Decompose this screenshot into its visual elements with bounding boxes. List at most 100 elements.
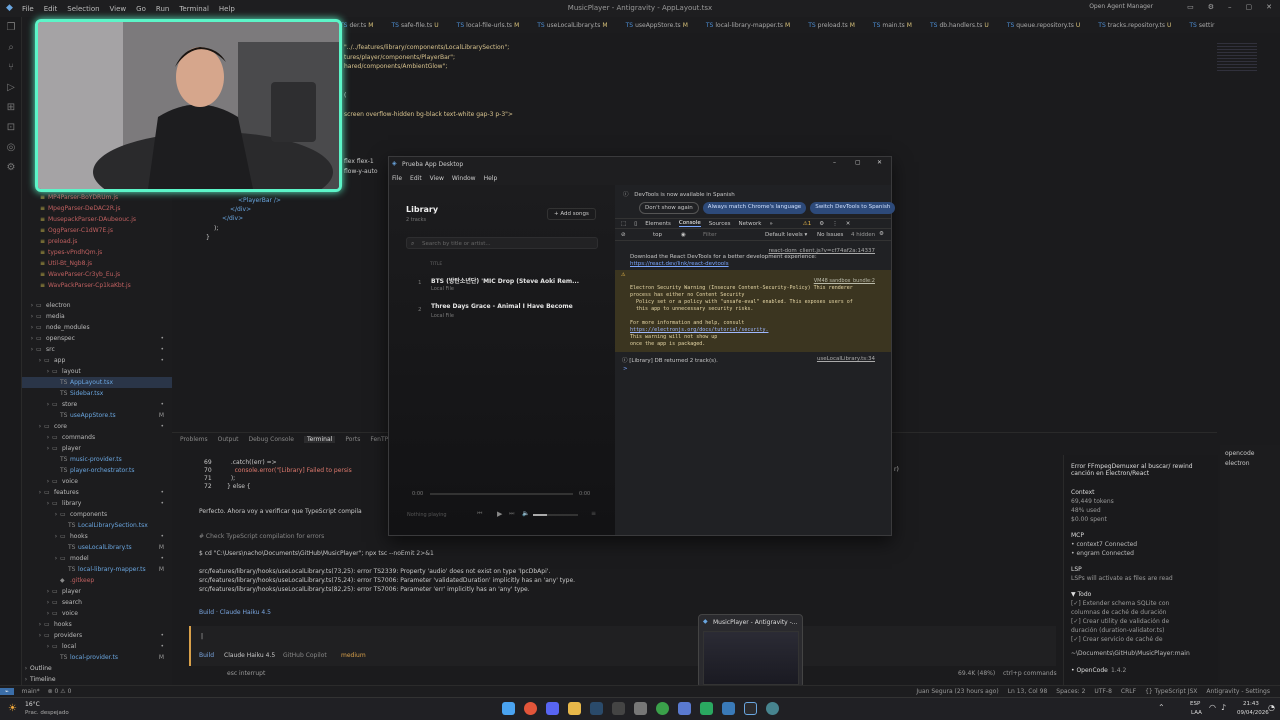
close-icon[interactable]: ✕ bbox=[1266, 3, 1272, 11]
remote-icon[interactable]: ⌁ bbox=[0, 688, 14, 695]
folder-item[interactable]: › ▭ commands bbox=[22, 432, 172, 443]
folder-item[interactable]: › ▭ player bbox=[22, 443, 172, 454]
app-menu-help[interactable]: Help bbox=[484, 175, 498, 182]
settings-icon[interactable]: ⚙ bbox=[1208, 3, 1214, 11]
file-item[interactable]: ≡ Util-Bt_Ngb8.js bbox=[22, 258, 172, 269]
folder-item[interactable]: › ▭ voice bbox=[22, 608, 172, 619]
track-row[interactable]: 1 BTS (방탄소년단) 'MIC Drop (Steve Aoki Rem..… bbox=[406, 273, 598, 295]
chat-input[interactable]: | Build Claude Haiku 4.5 GitHub Copilot … bbox=[189, 626, 1056, 666]
console-settings-icon[interactable]: ⚙ bbox=[879, 231, 884, 237]
model-label[interactable]: Claude Haiku 4.5 bbox=[224, 652, 275, 659]
library-search-input[interactable]: ⌕ Search by title or artist... bbox=[406, 237, 598, 249]
previous-icon[interactable]: ⏮ bbox=[477, 510, 482, 518]
file-item[interactable]: ≡ WaveParser-Cr3yb_Eu.js bbox=[22, 269, 172, 280]
app-menu-window[interactable]: Window bbox=[452, 175, 476, 182]
devtools-more-icon[interactable]: ⋮ bbox=[832, 221, 838, 227]
clock-date[interactable]: 09/04/2026 bbox=[1237, 710, 1269, 716]
queue-icon[interactable]: ≡ bbox=[591, 510, 596, 517]
volume-slider[interactable] bbox=[533, 514, 578, 516]
electron-icon[interactable] bbox=[766, 702, 779, 715]
editor-tab[interactable]: TS useLocalLibrary.ts M bbox=[537, 22, 607, 29]
maximize-icon[interactable]: ▢ bbox=[1246, 3, 1253, 11]
panel-tab[interactable]: Output bbox=[218, 436, 239, 443]
app-menu-view[interactable]: View bbox=[430, 175, 444, 182]
minimap[interactable] bbox=[1217, 43, 1257, 73]
menu-help[interactable]: Help bbox=[219, 5, 235, 13]
console-prompt[interactable]: > bbox=[615, 366, 891, 372]
volume-icon[interactable]: 🔈 bbox=[522, 510, 529, 517]
status-item[interactable]: {} TypeScript JSX bbox=[1145, 688, 1197, 695]
todo-heading[interactable]: ▼ Todo bbox=[1071, 591, 1091, 598]
editor-tab[interactable]: TS queue.repository.ts U bbox=[1007, 22, 1080, 29]
file-item[interactable]: ≡ MpegParser-DeDAC2R.js bbox=[22, 203, 172, 214]
file-item[interactable]: TS player-orchestrator.ts bbox=[22, 465, 172, 476]
weather-icon[interactable]: ☀ bbox=[8, 703, 17, 714]
file-item[interactable]: TS useLocalLibrary.ts M bbox=[22, 542, 172, 553]
folder-item[interactable]: › ▭ hooks • bbox=[22, 531, 172, 542]
terminal-icon[interactable] bbox=[722, 702, 735, 715]
wifi-icon[interactable]: ◠ bbox=[1209, 703, 1216, 712]
manage-icon[interactable]: ⚙ bbox=[0, 157, 22, 177]
app-close-icon[interactable]: ✕ bbox=[877, 159, 882, 166]
folder-item[interactable]: › ▭ core • bbox=[22, 421, 172, 432]
warning-link[interactable]: https://electronjs.org/docs/tutorial/sec… bbox=[630, 327, 768, 333]
status-item[interactable]: Antigravity - Settings bbox=[1206, 688, 1270, 695]
brave-icon[interactable] bbox=[524, 702, 537, 715]
warning-count[interactable]: ⚠1 bbox=[803, 221, 811, 227]
log-levels-dropdown[interactable]: Default levels ▾ bbox=[765, 232, 807, 238]
file-item[interactable]: TS LocalLibrarySection.tsx bbox=[22, 520, 172, 531]
context-selector[interactable]: top bbox=[653, 232, 662, 238]
add-songs-button[interactable]: + Add songs bbox=[547, 208, 596, 220]
editor-tab[interactable]: TS useAppStore.ts M bbox=[626, 22, 688, 29]
filter-input[interactable]: Filter bbox=[703, 232, 717, 238]
file-item[interactable]: ≡ preload.js bbox=[22, 236, 172, 247]
start-icon[interactable] bbox=[502, 702, 515, 715]
editor-tab[interactable]: TS settir bbox=[1189, 22, 1216, 29]
menu-run[interactable]: Run bbox=[156, 5, 169, 13]
panel-tab[interactable]: Debug Console bbox=[249, 436, 294, 443]
folder-item[interactable]: › ▭ search bbox=[22, 597, 172, 608]
devtools-tab[interactable]: Elements bbox=[645, 221, 671, 227]
folder-item[interactable]: › ▭ hooks bbox=[22, 619, 172, 630]
seek-bar[interactable] bbox=[430, 493, 573, 495]
folder-item[interactable]: › ▭ app • bbox=[22, 355, 172, 366]
menu-view[interactable]: View bbox=[110, 5, 127, 13]
folder-item[interactable]: › ▭ providers • bbox=[22, 630, 172, 641]
app-maximize-icon[interactable]: ▢ bbox=[855, 159, 861, 166]
git-branch[interactable]: main* bbox=[22, 688, 40, 695]
folder-item[interactable]: › ▭ layout bbox=[22, 366, 172, 377]
account-icon[interactable]: ◎ bbox=[0, 137, 22, 157]
menu-file[interactable]: File bbox=[22, 5, 34, 13]
folder-item[interactable]: › ▭ features • bbox=[22, 487, 172, 498]
editor-tab[interactable]: TS tracks.repository.ts U bbox=[1098, 22, 1171, 29]
discord-icon[interactable] bbox=[546, 702, 559, 715]
editor-tab[interactable]: TS local-library-mapper.ts M bbox=[706, 22, 790, 29]
terminal-list-item[interactable]: electron bbox=[1225, 460, 1250, 467]
devtools-tab[interactable]: Network bbox=[738, 221, 761, 227]
editor-tab[interactable]: TS db.handlers.ts U bbox=[930, 22, 989, 29]
status-item[interactable]: UTF-8 bbox=[1094, 688, 1112, 695]
panel-tab[interactable]: Problems bbox=[180, 436, 208, 443]
editor-tab[interactable]: TS safe-file.ts U bbox=[391, 22, 438, 29]
warning-source-link[interactable]: VM48 sandbox_bundle:2 bbox=[814, 278, 875, 284]
steam-icon[interactable] bbox=[590, 702, 603, 715]
file-item[interactable]: ◆ .gitkeep bbox=[22, 575, 172, 586]
file-item[interactable]: ≡ MusepackParser-DAubeouc.js bbox=[22, 214, 172, 225]
menu-edit[interactable]: Edit bbox=[44, 5, 58, 13]
device-icon[interactable]: ▯ bbox=[634, 221, 637, 227]
search-icon[interactable]: ⌕ bbox=[0, 37, 22, 57]
mode-label[interactable]: Build bbox=[199, 652, 214, 659]
folder-item[interactable]: › ▭ voice bbox=[22, 476, 172, 487]
layout-icon[interactable]: ▭ bbox=[1187, 3, 1194, 11]
switch-spanish-button[interactable]: Switch DevTools to Spanish bbox=[810, 202, 896, 214]
panel-tab[interactable]: Terminal bbox=[303, 436, 336, 443]
folder-item[interactable]: › ▭ src • bbox=[22, 344, 172, 355]
taskbar-preview[interactable]: ◆ MusicPlayer - Antigravity -... bbox=[698, 614, 803, 688]
dont-show-again-button[interactable]: Don't show again bbox=[639, 202, 699, 214]
devtools-tab[interactable]: Console bbox=[678, 220, 701, 227]
status-item[interactable]: Spaces: 2 bbox=[1056, 688, 1085, 695]
problems-count[interactable]: ⊗ 0 ⚠ 0 bbox=[48, 688, 72, 695]
file-item[interactable]: ≡ WavPackParser-Cp1kaKbt.js bbox=[22, 280, 172, 291]
editor-tab[interactable]: TS local-file-urls.ts M bbox=[457, 22, 520, 29]
devtools-tab[interactable]: Sources bbox=[709, 221, 731, 227]
